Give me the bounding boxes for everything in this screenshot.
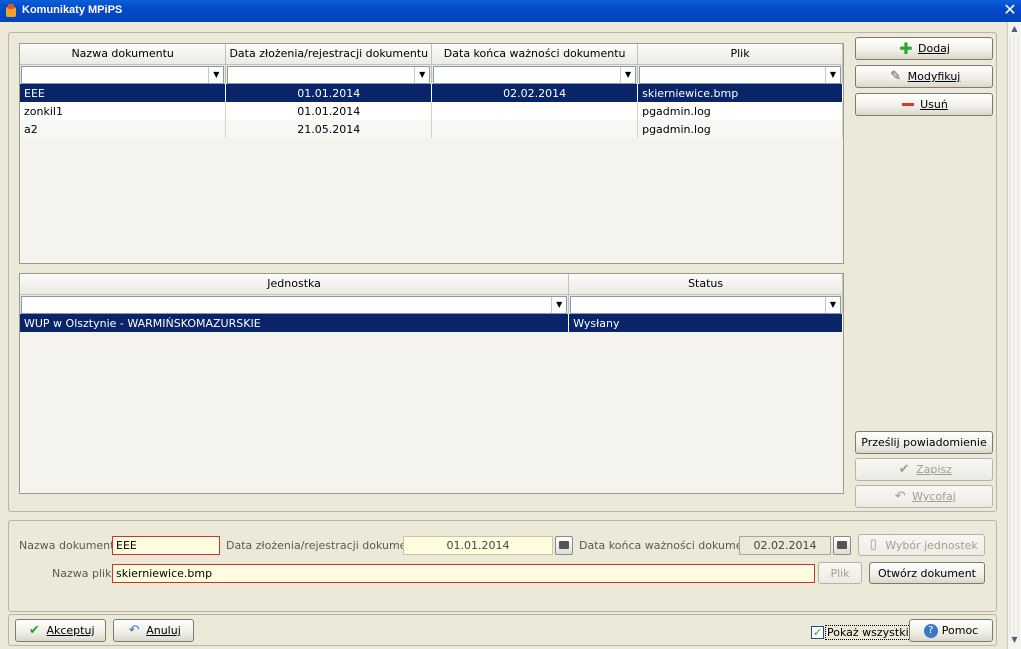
cell-doc-name: EEE [20, 84, 227, 102]
modify-button[interactable]: ✎ Modyfikuj [855, 65, 993, 88]
documents-group: Nazwa dokumentu Data złożenia/rejestracj… [8, 32, 997, 512]
cell-file: skierniewice.bmp [637, 84, 843, 102]
plus-icon: ✚ [899, 38, 913, 58]
calendar-icon[interactable] [833, 536, 851, 555]
scrollbar-track[interactable] [1009, 36, 1020, 634]
help-button[interactable]: ? Pomoc [909, 619, 993, 642]
cell-doc-name: zonkil1 [20, 102, 227, 120]
select-units-button[interactable]: ▯ Wybór jednostek [858, 534, 985, 556]
table-row[interactable]: a2 21.05.2014 pgadmin.log [20, 120, 843, 138]
table-row[interactable]: EEE 01.01.2014 02.02.2014 skierniewice.b… [20, 84, 843, 102]
column-header-unit[interactable]: Jednostka [20, 274, 570, 295]
table-row[interactable]: zonkil1 01.01.2014 pgadmin.log [20, 102, 843, 120]
filter-expiry-date[interactable]: ▼ [433, 65, 637, 84]
documents-grid[interactable]: Nazwa dokumentu Data złożenia/rejestracj… [19, 43, 844, 264]
filter-row: ▼ ▼ ▼ ▼ [20, 64, 843, 84]
chevron-down-icon[interactable]: ▼ [825, 66, 840, 83]
cell-reg-date: 21.05.2014 [225, 120, 433, 138]
calendar-icon[interactable] [555, 536, 573, 555]
cancel-button[interactable]: ↶ Anuluj [113, 619, 194, 642]
chevron-down-icon[interactable]: ▼ [414, 66, 430, 83]
minus-icon [900, 98, 916, 112]
column-header-expiry-date[interactable]: Data końca ważności dokumentu [431, 44, 639, 65]
doc-name-field[interactable]: EEE [112, 536, 220, 555]
scroll-down-icon[interactable]: ▼ [1008, 634, 1021, 646]
undo-icon: ↶ [894, 488, 906, 504]
add-button[interactable]: ✚ Dodaj [855, 37, 993, 60]
save-button[interactable]: ✔ Zapisz [855, 458, 993, 481]
units-grid[interactable]: Jednostka Status ▼ ▼ WUP w Olsztynie - W… [19, 273, 844, 494]
chevron-down-icon[interactable]: ▼ [208, 66, 224, 83]
dialog-body: Nazwa dokumentu Data złożenia/rejestracj… [0, 22, 1007, 649]
filter-reg-date[interactable]: ▼ [227, 65, 431, 84]
chevron-down-icon[interactable]: ▼ [825, 296, 840, 313]
show-all-checkbox[interactable]: ✓ [811, 626, 824, 639]
column-header-reg-date[interactable]: Data złożenia/rejestracji dokumentu [225, 44, 433, 65]
revert-button[interactable]: ↶ Wycofaj [855, 485, 993, 508]
filter-doc-name[interactable]: ▼ [21, 65, 225, 84]
cell-expiry-date [431, 102, 639, 120]
vertical-scrollbar[interactable]: ▲ ▼ [1007, 22, 1021, 649]
column-header-doc-name[interactable]: Nazwa dokumentu [20, 44, 227, 65]
footer-bar: ✔ Akceptuj ↶ Anuluj ✓ Pokaż wszystkie ? … [8, 614, 997, 646]
checkmark-icon: ✔ [898, 461, 910, 477]
window-title: Komunikaty MPiPS [22, 4, 123, 16]
show-all-label[interactable]: Pokaż wszystkie [825, 625, 918, 640]
help-icon: ? [923, 623, 938, 638]
filter-status[interactable]: ▼ [570, 295, 841, 314]
expiry-date-field[interactable]: 02.02.2014 [739, 536, 831, 555]
chevron-down-icon[interactable]: ▼ [551, 296, 567, 313]
cell-expiry-date: 02.02.2014 [431, 84, 639, 102]
reg-date-field[interactable]: 01.01.2014 [403, 536, 553, 555]
column-header-status[interactable]: Status [568, 274, 843, 295]
document-icon: ▯ [869, 537, 877, 552]
filter-row: ▼ ▼ [20, 294, 843, 314]
expiry-date-label: Data końca ważności dokumentu [579, 539, 761, 552]
delete-button[interactable]: Usuń [855, 93, 993, 116]
column-header-file[interactable]: Plik [637, 44, 843, 65]
edit-icon: ✎ [890, 68, 902, 84]
cell-doc-name: a2 [20, 120, 227, 138]
cell-reg-date: 01.01.2014 [225, 102, 433, 120]
close-icon[interactable]: ✕ [1002, 2, 1018, 18]
app-icon [6, 4, 16, 17]
open-document-button[interactable]: Otwórz dokument [869, 562, 985, 584]
cell-expiry-date [431, 120, 639, 138]
undo-icon: ↶ [128, 622, 140, 638]
cell-unit: WUP w Olsztynie - WARMIŃSKOMAZURSKIE [20, 314, 570, 332]
file-name-field[interactable]: skierniewice.bmp [112, 564, 815, 583]
title-bar: Komunikaty MPiPS ✕ [0, 0, 1021, 22]
doc-name-label: Nazwa dokumentu [19, 539, 122, 552]
checkmark-icon: ✔ [29, 622, 40, 638]
scroll-up-icon[interactable]: ▲ [1008, 23, 1021, 35]
details-form: Nazwa dokumentu EEE Data złożenia/rejest… [8, 520, 997, 612]
filter-file[interactable]: ▼ [639, 65, 841, 84]
chevron-down-icon[interactable]: ▼ [620, 66, 636, 83]
table-row[interactable]: WUP w Olsztynie - WARMIŃSKOMAZURSKIE Wys… [20, 314, 843, 332]
cell-file: pgadmin.log [637, 120, 843, 138]
reg-date-label: Data złożenia/rejestracji dokumentu [226, 539, 425, 552]
file-name-label: Nazwa pliku [52, 567, 119, 580]
filter-unit[interactable]: ▼ [21, 295, 568, 314]
cell-reg-date: 01.01.2014 [225, 84, 433, 102]
send-notification-button[interactable]: Prześlij powiadomienie [855, 431, 993, 454]
cell-file: pgadmin.log [637, 102, 843, 120]
file-button[interactable]: Plik [818, 562, 862, 584]
accept-button[interactable]: ✔ Akceptuj [15, 619, 106, 642]
cell-status: Wysłany [568, 314, 843, 332]
